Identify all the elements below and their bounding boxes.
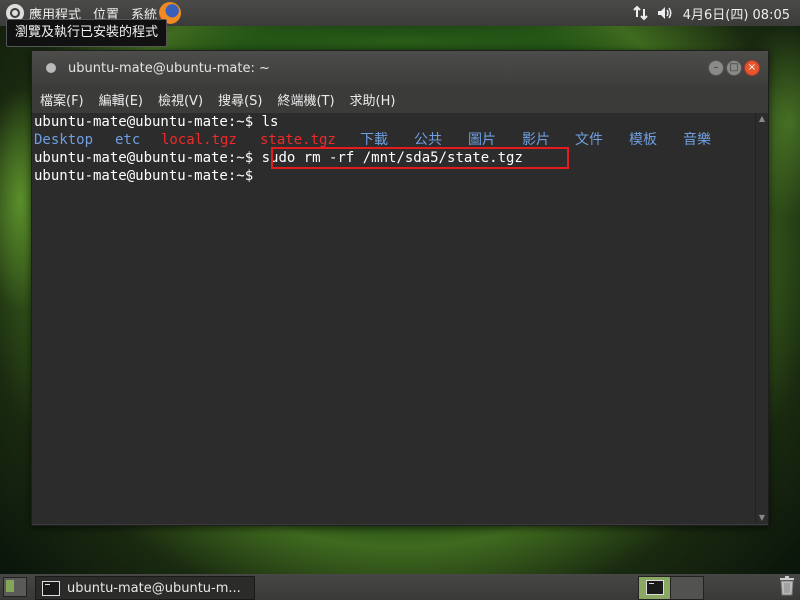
terminal-scrollbar[interactable]: ▲ ▼: [755, 113, 768, 524]
terminal-window: ubuntu-mate@ubuntu-mate: ~ – □ × 檔案(F) 編…: [31, 50, 769, 526]
menu-search[interactable]: 搜尋(S): [218, 90, 262, 109]
scroll-down-arrow-icon[interactable]: ▼: [756, 512, 768, 524]
terminal-line-4: ubuntu-mate@ubuntu-mate:~$: [34, 168, 254, 184]
terminal-icon: [42, 580, 60, 596]
volume-icon[interactable]: [657, 5, 675, 21]
command-highlight-box: [271, 147, 569, 169]
window-controls: – □ ×: [708, 60, 760, 76]
taskbar-terminal-button[interactable]: ubuntu-mate@ubuntu-m...: [35, 576, 255, 600]
window-titlebar[interactable]: ubuntu-mate@ubuntu-mate: ~ – □ ×: [32, 51, 768, 85]
trash-icon[interactable]: [779, 576, 795, 596]
window-title: ubuntu-mate@ubuntu-mate: ~: [68, 60, 270, 76]
bottom-panel: ubuntu-mate@ubuntu-m...: [0, 574, 800, 600]
menu-help[interactable]: 求助(H): [350, 90, 396, 109]
ls-item-music: 音樂: [683, 132, 711, 148]
menu-edit[interactable]: 編輯(E): [99, 90, 143, 109]
ls-item-templates: 模板: [629, 132, 657, 148]
menu-file[interactable]: 檔案(F): [40, 90, 84, 109]
ls-item-documents: 文件: [575, 132, 603, 148]
maximize-button[interactable]: □: [726, 60, 742, 76]
workspace-2[interactable]: [670, 576, 704, 600]
show-desktop-icon[interactable]: [3, 577, 27, 597]
terminal-output[interactable]: ubuntu-mate@ubuntu-mate:~$ ls Desktop et…: [32, 113, 756, 524]
menu-terminal[interactable]: 終端機(T): [277, 90, 334, 109]
terminal-line-1: ubuntu-mate@ubuntu-mate:~$ ls: [34, 114, 279, 130]
scroll-up-arrow-icon[interactable]: ▲: [756, 113, 768, 125]
network-icon[interactable]: [632, 5, 649, 21]
minimize-button[interactable]: –: [708, 60, 724, 76]
workspace-1[interactable]: [638, 576, 672, 600]
ls-item-desktop: Desktop: [34, 132, 94, 148]
clock[interactable]: 4月6日(四) 08:05: [683, 4, 790, 23]
menu-tooltip: 瀏覽及執行已安裝的程式: [6, 19, 168, 47]
menu-view[interactable]: 檢視(V): [158, 90, 203, 109]
ls-item-local-tgz: local.tgz: [161, 132, 237, 148]
window-menu-icon[interactable]: [46, 63, 56, 73]
terminal-menubar: 檔案(F) 編輯(E) 檢視(V) 搜尋(S) 終端機(T) 求助(H): [32, 85, 768, 113]
workspace-terminal-icon: [646, 580, 664, 595]
close-button[interactable]: ×: [744, 60, 760, 76]
system-tray: 4月6日(四) 08:05: [632, 0, 790, 26]
taskbar-terminal-label: ubuntu-mate@ubuntu-m...: [67, 580, 241, 596]
ls-item-etc: etc: [115, 132, 141, 148]
terminal-line-3: ubuntu-mate@ubuntu-mate:~$ sudo rm -rf /…: [34, 147, 569, 169]
